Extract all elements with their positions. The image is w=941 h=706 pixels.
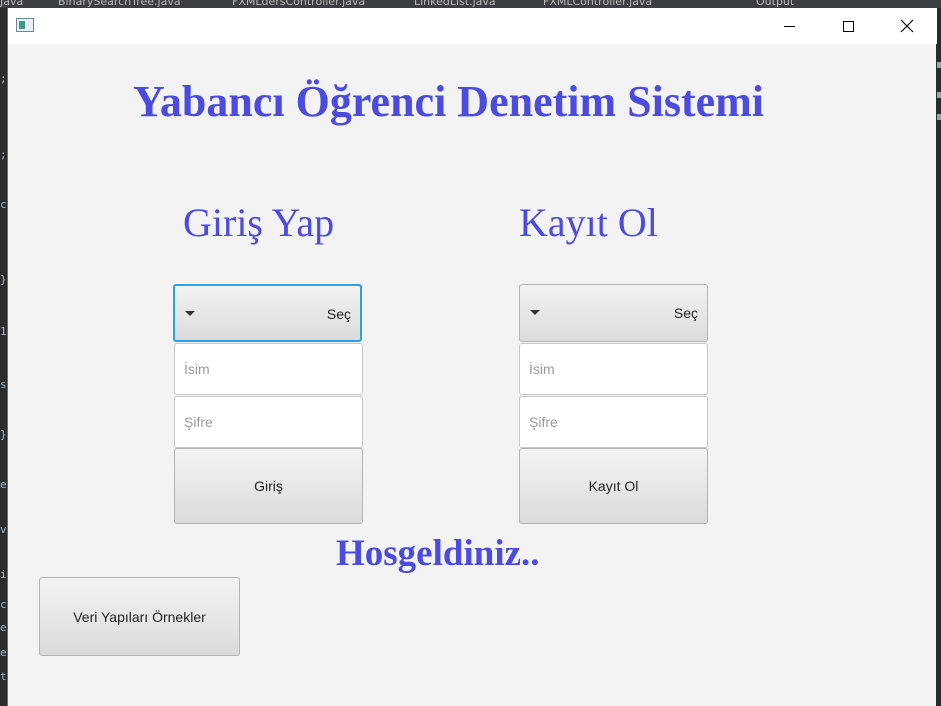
login-button[interactable]: Giriş [174,448,363,524]
ide-tab: BinarySearchTree.java [58,0,181,8]
ide-tab: FXMLController.java [543,0,653,8]
ide-tab: FXMLdersController.java [232,0,366,8]
register-heading: Kayıt Ol [519,200,658,245]
register-role-select[interactable]: Seç [519,284,708,342]
page-title: Yabancı Öğrenci Denetim Sistemi [133,77,765,126]
maximize-button[interactable] [819,8,877,44]
scroll-marker [937,92,941,98]
gutter-char: ; [0,72,7,85]
login-role-select[interactable]: Seç [173,284,362,342]
app-window: Yabancı Öğrenci Denetim Sistemi Giriş Ya… [7,8,937,706]
background-ide-gutter: ; ; c } 1 s } e v i c e e t [0,8,7,706]
chevron-down-icon [185,311,195,316]
login-role-value: Seç [326,306,351,322]
gutter-char: } [0,428,7,441]
chevron-down-icon [530,310,540,315]
welcome-text: Hosgeldiniz.. [336,533,540,574]
gutter-char: c [0,598,7,611]
gutter-char: c [0,198,7,211]
ide-tab: Java [0,0,24,8]
login-name-input[interactable] [174,343,363,395]
gutter-char: ; [0,148,7,161]
login-password-input[interactable] [174,396,363,448]
minimize-button[interactable] [760,8,818,44]
ide-tab: LinkedList.java [414,0,496,8]
gutter-char: e [0,478,7,491]
close-icon [900,19,914,33]
gutter-char: i [0,568,7,581]
register-button[interactable]: Kayıt Ol [519,448,708,524]
java-app-icon [16,18,34,32]
gutter-char: 1 [0,325,7,338]
data-structures-examples-button[interactable]: Veri Yapıları Örnekler [39,577,240,656]
register-name-input[interactable] [519,343,708,395]
maximize-icon [842,20,854,32]
scroll-marker [937,62,941,68]
scroll-marker [937,114,941,120]
gutter-char: e [0,621,7,634]
background-ide-tabs: Java BinarySearchTree.java FXMLdersContr… [0,0,941,8]
gutter-char: e [0,646,7,659]
app-content: Yabancı Öğrenci Denetim Sistemi Giriş Ya… [8,44,937,706]
gutter-char: v [0,523,7,536]
close-button[interactable] [878,8,936,44]
minimize-icon [783,25,795,27]
title-bar[interactable] [8,8,937,44]
gutter-char: } [0,273,7,286]
login-heading: Giriş Yap [183,200,335,245]
ide-tab: Output [756,0,795,8]
register-role-value: Seç [673,305,698,321]
gutter-char: s [0,378,7,391]
gutter-char: t [0,670,7,683]
register-password-input[interactable] [519,396,708,448]
